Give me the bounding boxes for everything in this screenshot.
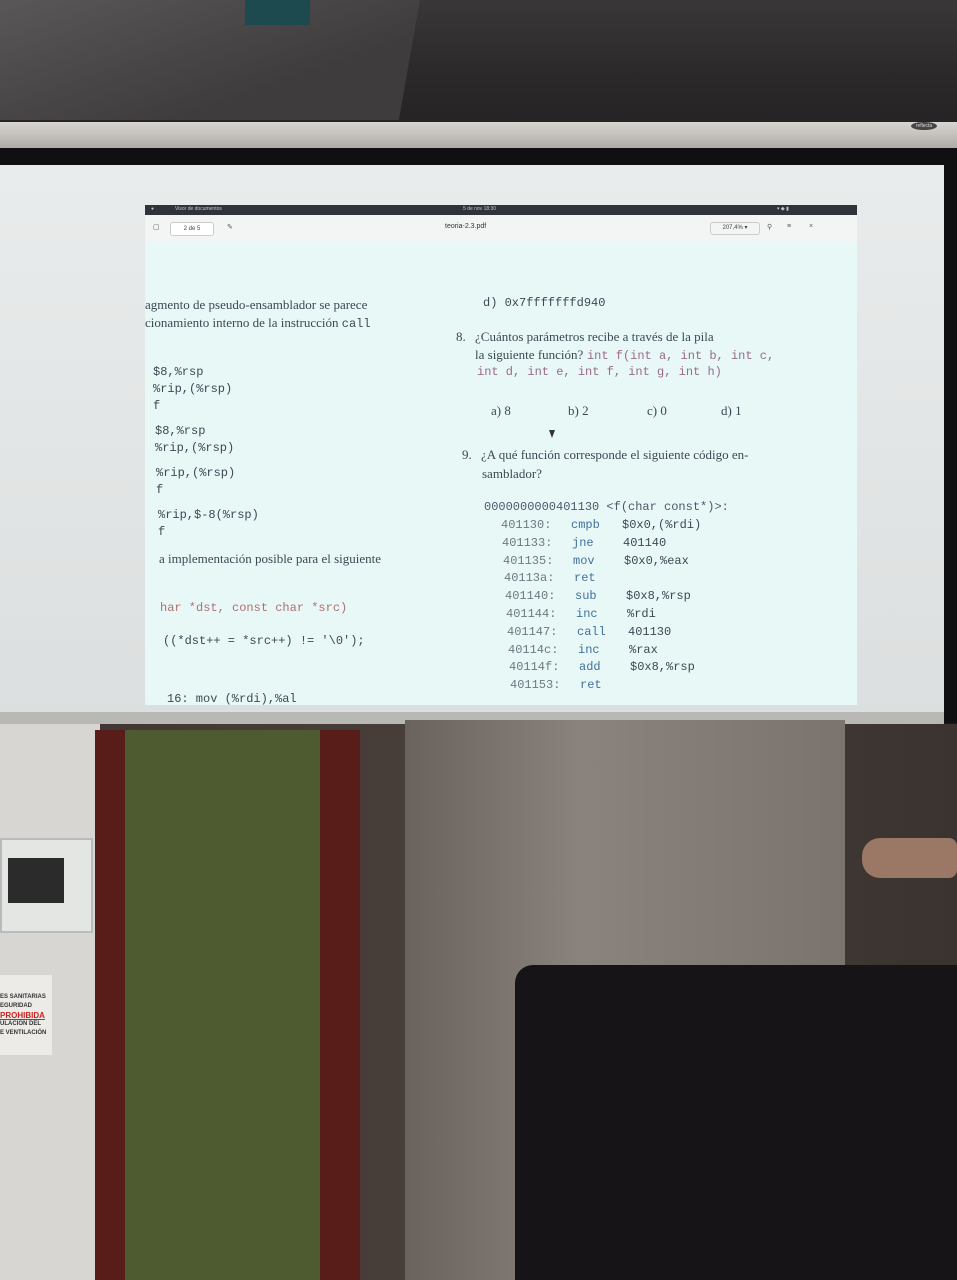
inline-code: int d, int e, int f, int g, int h): [477, 365, 722, 379]
sidebar-toggle-icon[interactable]: ▢: [153, 223, 160, 231]
question-text-part: la siguiente función?: [475, 347, 584, 362]
code-line: %rip,(%rsp): [153, 382, 233, 396]
annotate-icon[interactable]: ✎: [227, 223, 233, 231]
sign-line: E VENTILACIÓN: [0, 1030, 47, 1036]
asm-address: 401135:: [503, 553, 554, 568]
code-line: %rip,(%rsp): [156, 466, 236, 480]
asm-operands: $0x0,(%rdi): [622, 518, 702, 532]
question-text: ¿Cuántos parámetros recibe a través de l…: [475, 329, 714, 344]
asm-header: 0000000000401130 <f(char const*)>:: [484, 500, 729, 514]
asm-opcode: ret: [580, 678, 602, 693]
asm-address: 401144:: [506, 607, 557, 621]
inline-code: int f(int a, int b, int c,: [586, 349, 775, 363]
asm-opcode: call: [577, 624, 606, 639]
system-status-icons[interactable]: ▾ ◆ ▮: [777, 206, 789, 212]
code-line: $8,%rsp: [153, 365, 204, 379]
code-line: $8,%rsp: [155, 424, 206, 438]
ceiling: [0, 0, 957, 130]
asm-address: 401133:: [502, 535, 553, 550]
ceiling-panel: [0, 0, 421, 120]
answer-option: a) 8: [491, 403, 511, 418]
clock: 5 de nov 18:30: [463, 206, 497, 212]
inline-code: call: [341, 317, 371, 331]
ceiling-fixture: [245, 0, 310, 25]
code-line: 16: mov (%rdi),%al: [167, 692, 297, 705]
asm-operands: $0x8,%rsp: [626, 589, 691, 604]
sign-line: EGURIDAD: [0, 1003, 33, 1009]
code-line: f: [156, 483, 164, 497]
question-text: cionamiento interno de la instrucción ca…: [145, 315, 371, 331]
asm-operands: 401140: [623, 535, 667, 550]
asm-opcode: cmpb: [571, 518, 600, 532]
foreground-monitor: [515, 965, 957, 1280]
screen-brand-logo: reflecta: [911, 122, 937, 130]
pdf-page: agmento de pseudo-ensamblador se parece …: [145, 241, 857, 705]
document-title: teoria-2.3.pdf: [445, 223, 487, 230]
app-name: Visor de documentos: [175, 206, 222, 212]
asm-address: 40114c:: [508, 642, 559, 657]
menu-icon[interactable]: ≡: [787, 223, 791, 230]
electrical-box: [0, 838, 93, 933]
asm-address: 401130:: [501, 518, 552, 532]
code-line: ((*dst++ = *src++) != '\0');: [163, 634, 365, 648]
question-text: ¿A qué función corresponde el siguiente …: [481, 447, 749, 462]
asm-opcode: mov: [573, 553, 595, 568]
code-line: f: [158, 525, 166, 539]
activities-icon[interactable]: ●: [151, 206, 154, 212]
sign-line: PROHIBIDA: [0, 1011, 45, 1020]
code-line: har *dst, const char *src): [160, 601, 348, 615]
question-number: 9.: [462, 447, 472, 462]
code-line: %rip,$-8(%rsp): [158, 508, 259, 522]
question-text: agmento de pseudo-ensamblador se parece: [145, 297, 368, 312]
page-indicator[interactable]: 2 de 5: [170, 222, 214, 236]
door: [125, 730, 320, 1280]
asm-opcode: sub: [575, 589, 597, 604]
search-icon[interactable]: ⚲: [767, 223, 772, 231]
code-line: %rip,(%rsp): [155, 441, 235, 455]
asm-operands: $0x0,%eax: [624, 553, 689, 568]
sign-line: ES SANITARIAS: [0, 994, 46, 1000]
mouse-pointer-icon: [549, 430, 555, 438]
answer-option: b) 2: [568, 403, 589, 418]
asm-address: 401153:: [510, 678, 561, 693]
answer-option: c) 0: [647, 403, 667, 418]
system-top-bar: ● Visor de documentos 5 de nov 18:30 ▾ ◆…: [145, 205, 857, 215]
code-line: f: [153, 399, 161, 413]
question-text: a implementación posible para el siguien…: [159, 551, 382, 566]
safety-sign: ES SANITARIAS EGURIDAD PROHIBIDA ULACIÓN…: [0, 975, 52, 1055]
question-text-part: cionamiento interno de la instrucción: [145, 315, 339, 330]
question-text: la siguiente función? int f(int a, int b…: [475, 347, 774, 363]
asm-address: 401140:: [505, 589, 556, 604]
viewer-toolbar: ▢ 2 de 5 ✎ teoria-2.3.pdf 207,4% ▾ ⚲ ≡ ×: [145, 215, 857, 242]
asm-opcode: add: [579, 660, 601, 675]
question-text: samblador?: [482, 466, 542, 481]
asm-opcode: inc: [576, 607, 598, 621]
asm-operands: 401130: [628, 624, 672, 639]
close-icon[interactable]: ×: [809, 223, 813, 230]
answer-option: d) 0x7fffffffd940: [483, 296, 606, 310]
presenter-hand: [862, 838, 957, 878]
document-viewer-window: ● Visor de documentos 5 de nov 18:30 ▾ ◆…: [145, 205, 857, 705]
asm-opcode: inc: [578, 642, 600, 657]
asm-operands: $0x8,%rsp: [630, 660, 695, 675]
asm-operands: %rdi: [627, 607, 656, 621]
asm-address: 40114f:: [509, 660, 560, 675]
asm-address: 401147:: [507, 624, 558, 639]
sign-line: ULACIÓN DEL: [0, 1021, 41, 1027]
zoom-select[interactable]: 207,4% ▾: [710, 222, 760, 235]
asm-address: 40113a:: [504, 571, 555, 586]
question-number: 8.: [456, 329, 466, 344]
breaker-panel: [8, 858, 64, 903]
answer-option: d) 1: [721, 403, 742, 418]
asm-opcode: ret: [574, 571, 596, 586]
asm-operands: %rax: [629, 642, 658, 657]
asm-opcode: jne: [572, 535, 594, 550]
